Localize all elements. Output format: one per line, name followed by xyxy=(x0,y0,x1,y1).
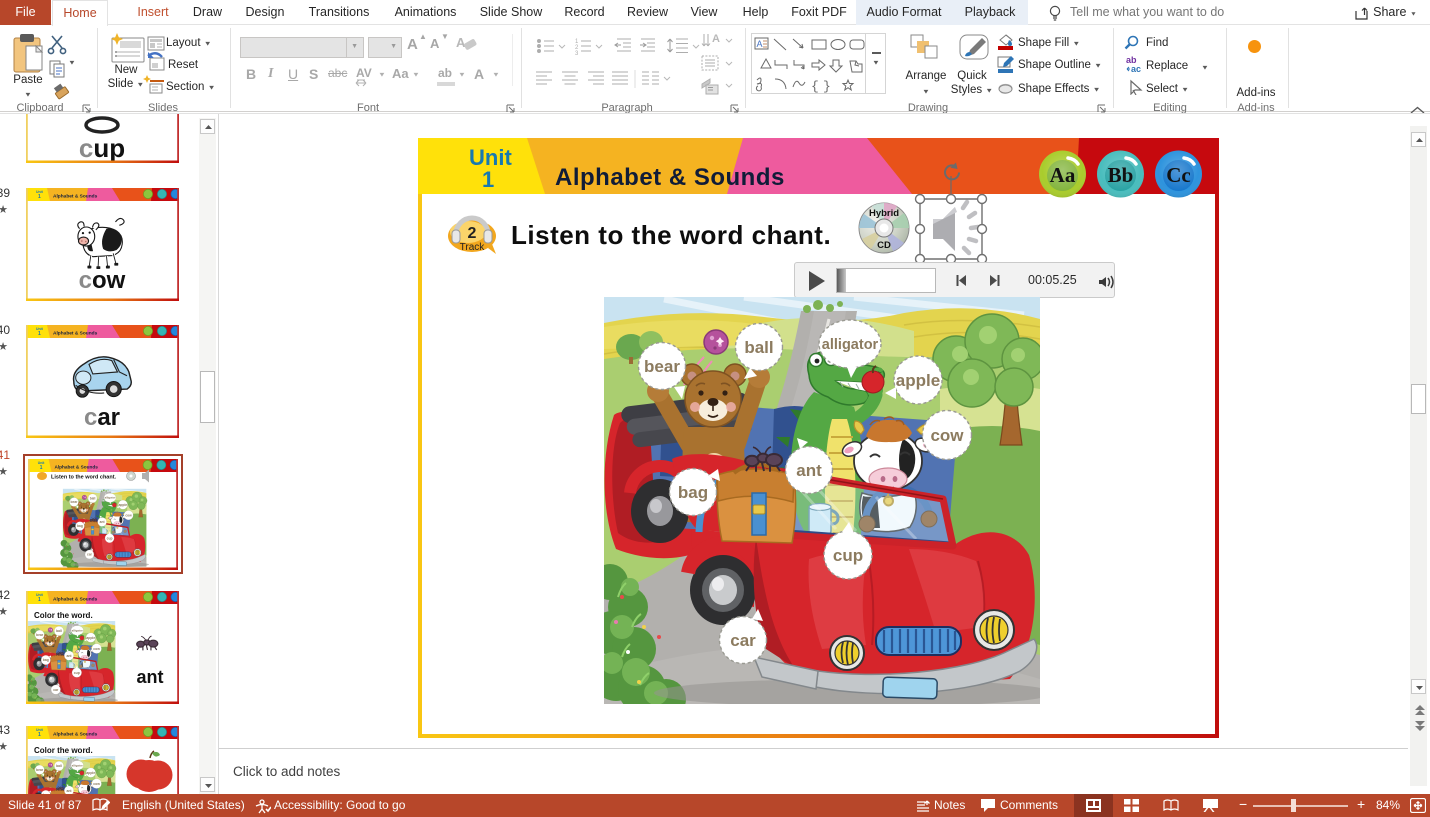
svg-text:Bb: Bb xyxy=(1108,163,1134,187)
svg-text:2: 2 xyxy=(468,225,477,242)
svg-text:A: A xyxy=(712,33,720,45)
svg-text:Aa: Aa xyxy=(1050,163,1076,187)
svg-text:1: 1 xyxy=(482,167,494,192)
svg-text:Listen to the word chant.: Listen to the word chant. xyxy=(51,475,117,481)
svg-text:Color the word.: Color the word. xyxy=(34,746,93,755)
svg-text:CD: CD xyxy=(877,240,891,251)
svg-text:Hybrid: Hybrid xyxy=(869,208,899,219)
svg-text:cup: cup xyxy=(79,133,125,163)
svg-text:cow: cow xyxy=(79,267,126,294)
svg-text:Alphabet & Sounds: Alphabet & Sounds xyxy=(555,164,785,191)
svg-text:Color the word.: Color the word. xyxy=(34,611,93,620)
svg-text:}: } xyxy=(823,79,831,93)
svg-text:Cc: Cc xyxy=(1166,163,1191,187)
svg-text:ant: ant xyxy=(137,667,164,687)
svg-text:ac: ac xyxy=(1131,64,1141,74)
svg-text:3: 3 xyxy=(575,51,579,57)
svg-text:car: car xyxy=(84,404,120,431)
svg-text:{: { xyxy=(811,79,819,93)
svg-text:A: A xyxy=(757,39,763,49)
svg-text:A: A xyxy=(456,35,466,50)
svg-text:Track: Track xyxy=(460,242,486,253)
